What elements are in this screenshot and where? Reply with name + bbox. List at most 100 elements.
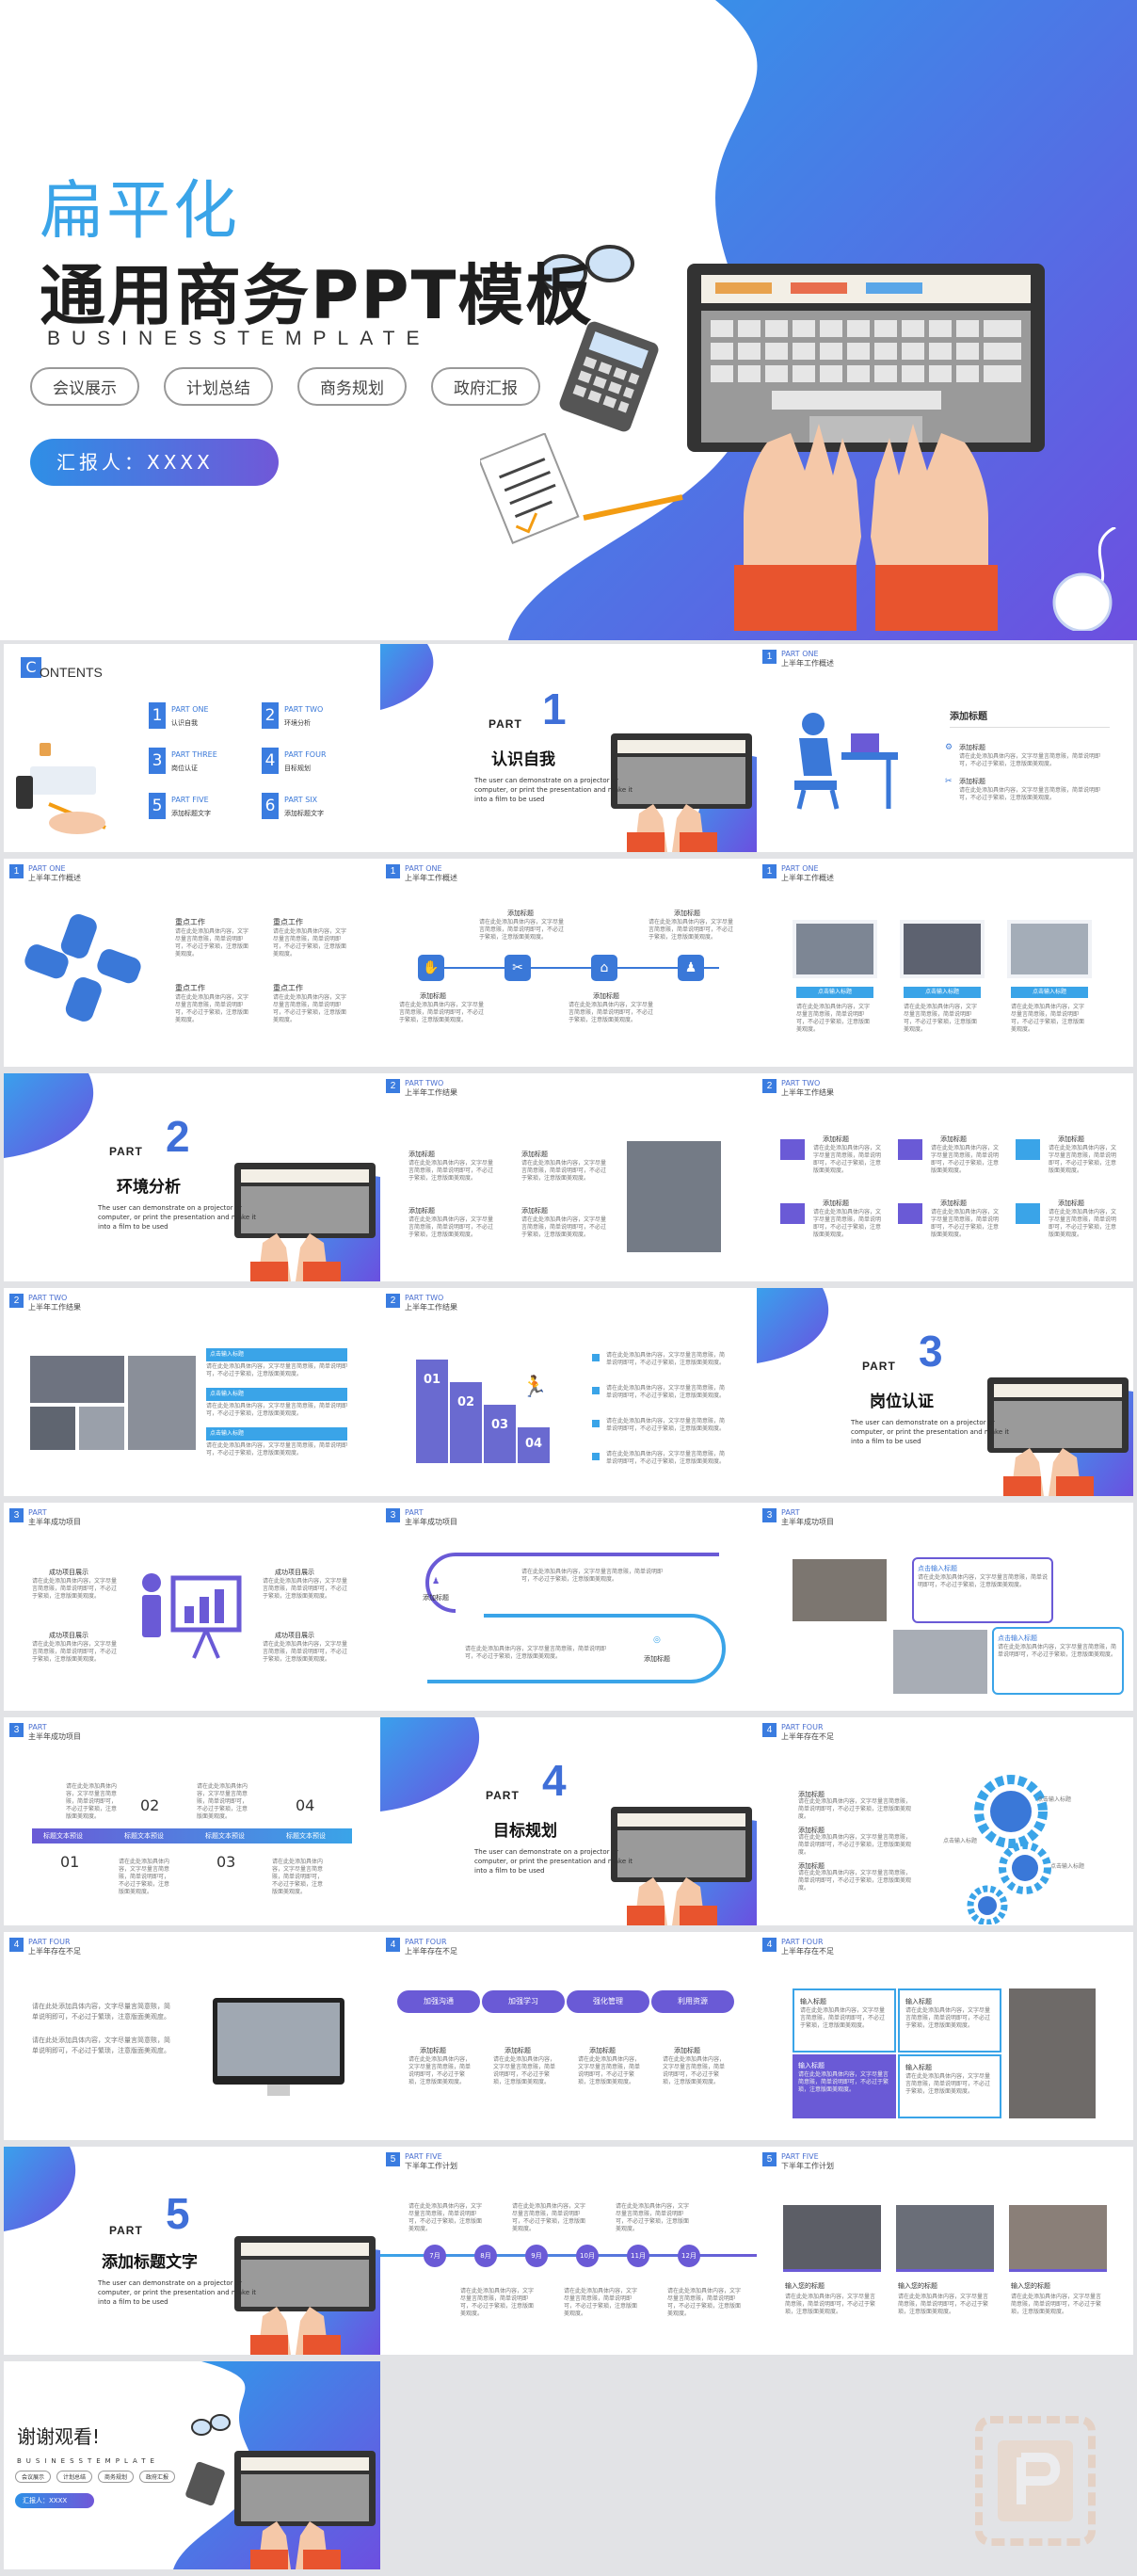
tab[interactable]: 强化管理 <box>567 1990 649 2013</box>
focus-title: 重点工作 <box>175 984 205 992</box>
part-label: PART <box>488 717 522 731</box>
item-desc: 请在此处添加具体内容，文字尽量言简意赅，简单说明即可，不必过于繁琐，注意版面美观… <box>931 1209 1000 1238</box>
slide-1c[interactable]: 1 PART ONE 上半年工作概述 ✋ ✂ ⌂ ♟ 添加标题 请在此处添加具体内… <box>380 859 757 1067</box>
timeline-label: 标题文本预设 <box>205 1832 245 1840</box>
slide-5b[interactable]: 5 PART FIVE 下半年工作计划 输入您的标题 请在此处添加具体内容，文字尽… <box>757 2147 1133 2355</box>
slide-2d[interactable]: 2 PART TWO 上半年工作结果 01 02 03 04 🏃 请在此处添加具体… <box>380 1288 757 1496</box>
photo-desc: 请在此处添加具体内容，文字尽量言简意赅，简单说明即可，不必过于繁琐，注意版面美观… <box>904 1004 978 1033</box>
slide-1a[interactable]: 1 PART ONE 上半年工作概述 添加标题 ⚙ 添加标题 请在此处添加具体内容… <box>757 644 1133 852</box>
monitor-stand <box>267 2085 290 2096</box>
slide-3b[interactable]: 3 PART 主半年成功项目 ♟ 添加标题 请在此处添加具体内容，文字尽量言简意赅… <box>380 1503 757 1711</box>
part-description: The user can demonstrate on a projector … <box>474 1848 633 1875</box>
slide-part-3[interactable]: PART 3 岗位认证 The user can demonstrate on … <box>757 1288 1133 1496</box>
accent-bar <box>783 2269 881 2272</box>
item-title: 添加标题 <box>521 1151 548 1158</box>
contents-sub: 添加标题文字 <box>284 810 324 817</box>
item-title: 添加标题 <box>589 2047 616 2054</box>
step-bar: 04 <box>518 1427 550 1463</box>
slide-sub: 上半年存在不足 <box>781 1732 834 1741</box>
item-title: 添加标题 <box>644 1655 670 1663</box>
box-desc: 请在此处添加具体内容，文字尽量言简意赅，简单说明即可，不必过于繁琐，注意版面美观… <box>800 2007 886 2029</box>
contents-label[interactable]: PART SIX <box>284 795 317 806</box>
photo <box>1007 920 1092 978</box>
slide-sub: 上半年工作概述 <box>28 874 81 882</box>
slide-4d[interactable]: 4 PART FOUR 上半年存在不足 输入标题 请在此处添加具体内容，文字尽量言… <box>757 1932 1133 2140</box>
contents-label[interactable]: PART THREE <box>171 749 217 761</box>
gear-icon: ⚙ <box>945 743 953 752</box>
runner-icon: 🏃 <box>521 1376 548 1399</box>
slide-thanks[interactable]: 谢谢观看! BUSINESSTEMPLATE 会议展示 计划总结 商务规划 政府… <box>4 2361 380 2569</box>
bullet-icon <box>592 1354 600 1361</box>
item-title: 成功项目展示 <box>275 1569 314 1576</box>
part-background-shape <box>757 1288 1133 1496</box>
slide-header: 1 PART ONE 上半年工作概述 <box>762 864 834 883</box>
slide-3d[interactable]: 3 PART 主半年成功项目 标题文本预设 标题文本预设 标题文本预设 标题文本预… <box>4 1717 380 1925</box>
contents-label[interactable]: PART ONE <box>171 704 209 716</box>
slide-2b[interactable]: 2 PART TWO 上半年工作结果 添加标题 请在此处添加具体内容，文字尽量言简… <box>757 1073 1133 1281</box>
tab[interactable]: 加强沟通 <box>397 1990 480 2013</box>
step-number: 03 <box>216 1853 236 1871</box>
slide-3c[interactable]: 3 PART 主半年成功项目 点击输入标题 请在此处添加具体内容，文字尽量言简意赅… <box>757 1503 1133 1711</box>
item-desc: 请在此处添加具体内容，文字尽量言简意赅，简单说明即可，不必过于繁琐，注意版面美观… <box>32 1578 118 1600</box>
hero-tag: 会议展示 <box>30 367 139 406</box>
item-title: 添加标题 <box>674 2047 700 2054</box>
step-title: 添加标题 <box>674 910 700 917</box>
month-desc: 请在此处添加具体内容，文字尽量言简意赅，简单说明即可，不必过于繁琐，注意版面美观… <box>616 2203 690 2232</box>
slide-4c[interactable]: 4 PART FOUR 上半年存在不足 加强沟通 加强学习 强化管理 利用资源 添… <box>380 1932 757 2140</box>
slide-5a[interactable]: 5 PART FIVE 下半年工作计划 7月 8月 9月 10月 11月 12月 … <box>380 2147 757 2355</box>
focus-title: 重点工作 <box>273 984 303 992</box>
contents-num: 6 <box>262 793 279 819</box>
contents-label[interactable]: PART FOUR <box>284 749 327 761</box>
slide-number: 3 <box>386 1508 400 1522</box>
item-desc: 请在此处添加具体内容，文字尽量言简意赅，简单说明即可，不必过于繁琐，注意版面美观… <box>408 1216 494 1238</box>
slide-part-1[interactable]: PART 1 认识自我 The user can demonstrate on … <box>380 644 757 852</box>
bullet-text: 请在此处添加具体内容，文字尽量言简意赅，简单说明即可，不必过于繁琐，注意版面美观… <box>606 1418 726 1432</box>
thanks-title: 谢谢观看! <box>17 2425 101 2448</box>
scissors-icon: ✂ <box>504 955 531 981</box>
slide-header: 5 PART FIVE 下半年工作计划 <box>386 2152 457 2171</box>
part-label: PART <box>486 1789 520 1802</box>
item-desc: 请在此处添加具体内容，文字尽量言简意赅，简单说明即可，不必过于繁琐，注意版面美观… <box>465 1646 607 1660</box>
slide-1d[interactable]: 1 PART ONE 上半年工作概述 点击输入标题 点击输入标题 点击输入标题 请… <box>757 859 1133 1067</box>
item-desc: 请在此处添加具体内容，文字尽量言简意赅，简单说明即可，不必过于繁琐，注意版面美观… <box>785 2294 876 2315</box>
slide-part: PART FIVE <box>405 2152 442 2161</box>
box-icon <box>780 1203 805 1224</box>
box-icon <box>1016 1139 1040 1160</box>
slide-part-4[interactable]: PART 4 目标规划 The user can demonstrate on … <box>380 1717 757 1925</box>
slide-contents[interactable]: C ONTENTS 1 PART ONE 认识自我 2 PART TWO 环境分… <box>4 644 380 852</box>
slide-4a[interactable]: 4 PART FOUR 上半年存在不足 添加标题 请在此处添加具体内容，文字尽量言… <box>757 1717 1133 1925</box>
slide-part: PART <box>28 1723 47 1731</box>
item-desc: 请在此处添加具体内容，文字尽量言简意赅，简单说明即可，不必过于繁琐，注意版面美观… <box>813 1145 882 1174</box>
bubble-text: 请在此处添加具体内容，文字尽量言简意赅，简单说明即可，不必过于繁琐，注意版面美观… <box>918 1574 1049 1588</box>
item-title: 添加标题 <box>408 1151 435 1158</box>
item-title: 添加标题 <box>423 1594 449 1602</box>
item-desc: 请在此处添加具体内容，文字尽量言简意赅，简单说明即可，不必过于繁琐，注意版面美观… <box>263 1578 348 1600</box>
slide-2c[interactable]: 2 PART TWO 上半年工作结果 点击输入标题 请在此处添加具体内容，文字尽量… <box>4 1288 380 1496</box>
slide-3a[interactable]: 3 PART 主半年成功项目 成功项目展示 请在此处添加具体内容，文字尽量言简意赅… <box>4 1503 380 1711</box>
bubble-title: 点击输入标题 <box>918 1565 957 1572</box>
timeline-label: 标题文本预设 <box>43 1832 83 1840</box>
contents-label[interactable]: PART FIVE <box>171 795 209 806</box>
slide-part-2[interactable]: PART 2 环境分析 The user can demonstrate on … <box>4 1073 380 1281</box>
photo <box>128 1356 196 1450</box>
photo-label: 点击输入标题 <box>1011 987 1088 998</box>
target-icon: ◎ <box>653 1635 661 1645</box>
slide-1b[interactable]: 1 PART ONE 上半年工作概述 重点工作 请在此处添加具体内容，文字尽量言简… <box>4 859 380 1067</box>
paragraph: 请在此处添加具体内容，文字尽量言简意赅，简单说明即可，不必过于繁琐，注意版面美观… <box>32 2037 170 2054</box>
tab[interactable]: 利用资源 <box>651 1990 734 2013</box>
paragraph: 请在此处添加具体内容，文字尽量言简意赅，简单说明即可，不必过于繁琐，注意版面美观… <box>32 2003 170 2021</box>
box-title: 输入标题 <box>800 1998 826 2005</box>
slide-4b[interactable]: 4 PART FOUR 上半年存在不足 请在此处添加具体内容，文字尽量言简意赅，简… <box>4 1932 380 2140</box>
contents-label[interactable]: PART TWO <box>284 704 323 716</box>
slide-number: 3 <box>762 1508 777 1522</box>
slide-header: 4 PART FOUR 上半年存在不足 <box>386 1938 457 1956</box>
tab[interactable]: 加强学习 <box>482 1990 565 2013</box>
part-background-shape <box>4 1073 380 1281</box>
slide-2a[interactable]: 2 PART TWO 上半年工作结果 添加标题 请在此处添加具体内容，文字尽量言简… <box>380 1073 757 1281</box>
part-title: 环境分析 <box>117 1178 181 1197</box>
label-bar: 点击输入标题 <box>206 1348 347 1361</box>
hero-title-line1: 扁平化 <box>40 174 241 249</box>
step-number: 04 <box>296 1796 315 1814</box>
slide-part-5[interactable]: PART 5 添加标题文字 The user can demonstrate o… <box>4 2147 380 2355</box>
mouse-illustration <box>1052 527 1116 631</box>
